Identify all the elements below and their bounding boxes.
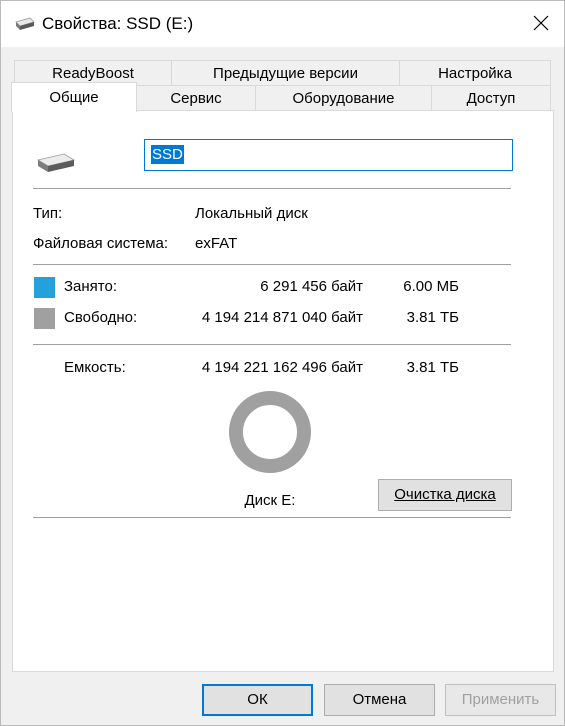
used-space-bytes: 6 291 456 байт bbox=[260, 278, 363, 295]
used-space-label: Занято: bbox=[64, 278, 118, 295]
free-space-bytes: 4 194 214 871 040 байт bbox=[201, 309, 363, 326]
drive-icon bbox=[15, 17, 35, 30]
capacity-bytes: 4 194 221 162 496 байт bbox=[201, 359, 363, 376]
disk-label: Диск E: bbox=[244, 492, 296, 509]
cancel-button[interactable]: Отмена bbox=[324, 684, 435, 716]
capacity-size: 3.81 ТБ bbox=[406, 359, 459, 376]
tab-tools[interactable]: Сервис bbox=[136, 85, 256, 111]
apply-button[interactable]: Применить bbox=[445, 684, 556, 716]
window-title: Свойства: SSD (E:) bbox=[42, 14, 194, 33]
capacity-label: Емкость: bbox=[64, 359, 126, 376]
general-panel: SSD Тип: Локальный диск Файловая система… bbox=[12, 110, 554, 672]
volume-name-input[interactable]: SSD bbox=[144, 139, 513, 171]
separator bbox=[33, 188, 511, 189]
type-label: Тип: bbox=[33, 205, 63, 222]
filesystem-label: Файловая система: bbox=[33, 235, 169, 252]
type-value: Локальный диск bbox=[195, 205, 308, 222]
disk-cleanup-label: Очистка диска bbox=[394, 486, 496, 503]
disk-usage-chart bbox=[229, 391, 311, 473]
free-space-swatch bbox=[34, 308, 55, 329]
ok-button[interactable]: ОК bbox=[202, 684, 313, 716]
properties-window: Свойства: SSD (E:) ReadyBoost Предыдущие… bbox=[0, 0, 565, 726]
close-icon bbox=[533, 15, 549, 31]
disk-cleanup-button[interactable]: Очистка диска bbox=[378, 479, 512, 511]
free-space-size: 3.81 ТБ bbox=[406, 309, 459, 326]
drive-icon bbox=[36, 153, 76, 172]
close-button[interactable] bbox=[518, 1, 564, 47]
title-bar: Свойства: SSD (E:) bbox=[1, 1, 564, 47]
separator bbox=[33, 517, 511, 518]
free-space-label: Свободно: bbox=[64, 309, 138, 326]
used-space-size: 6.00 МБ bbox=[403, 278, 459, 295]
separator bbox=[33, 264, 511, 265]
free-space-ring bbox=[229, 391, 311, 473]
separator bbox=[33, 344, 511, 345]
volume-name-text: SSD bbox=[151, 145, 184, 164]
tab-general[interactable]: Общие bbox=[11, 82, 137, 112]
tab-customize[interactable]: Настройка bbox=[399, 60, 551, 86]
used-space-swatch bbox=[34, 277, 55, 298]
tab-hardware[interactable]: Оборудование bbox=[255, 85, 432, 111]
tab-previous-versions[interactable]: Предыдущие версии bbox=[171, 60, 400, 86]
filesystem-value: exFAT bbox=[195, 235, 238, 252]
tab-sharing[interactable]: Доступ bbox=[431, 85, 551, 111]
